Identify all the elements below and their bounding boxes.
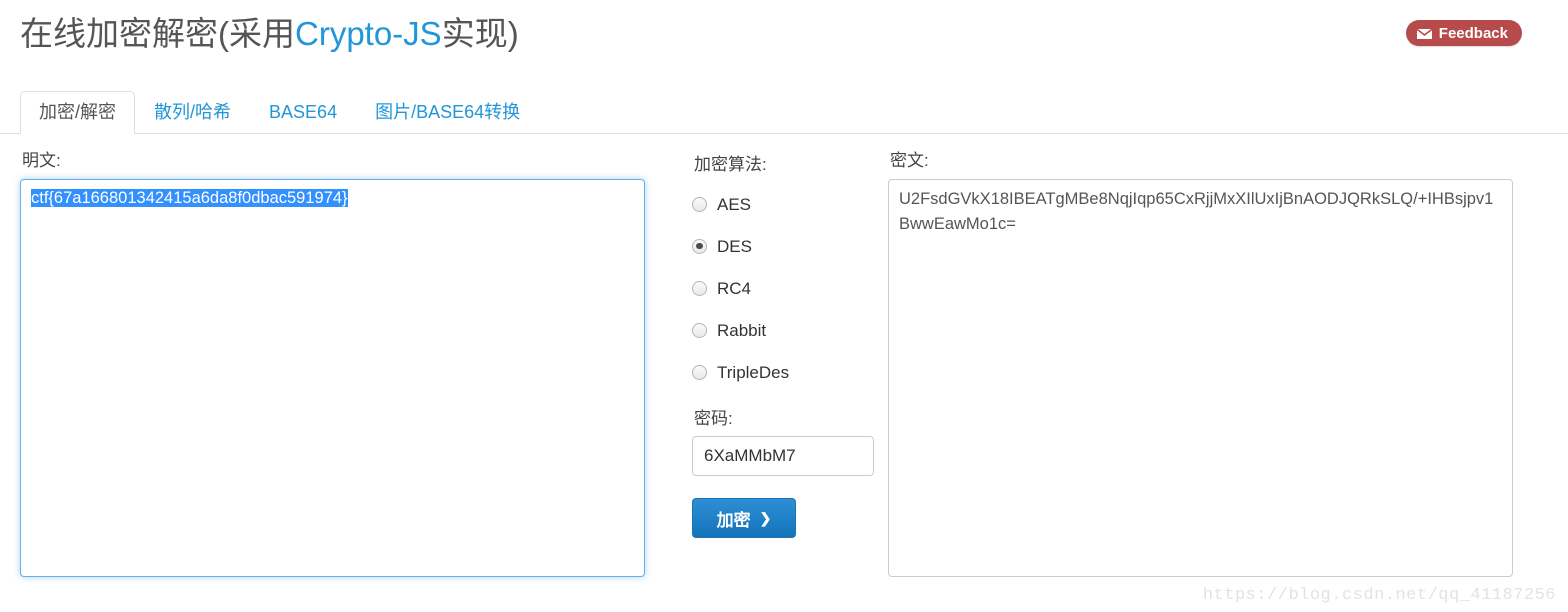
- radio-circle-selected-icon: [692, 238, 707, 254]
- radio-rabbit[interactable]: Rabbit: [692, 309, 888, 351]
- plaintext-label: 明文:: [22, 151, 61, 170]
- page-title-prefix: 在线加密解密(采用: [20, 15, 295, 52]
- radio-circle-icon: [692, 280, 707, 296]
- algorithm-label: 加密算法:: [694, 155, 767, 174]
- tab-label: 加密/解密: [39, 102, 117, 122]
- feedback-label: Feedback: [1438, 24, 1508, 42]
- radio-label: AES: [717, 194, 752, 214]
- radio-label: TripleDes: [717, 362, 790, 382]
- watermark: https://blog.csdn.net/qq_41187256: [1202, 586, 1556, 605]
- tab-image-base64[interactable]: 图片/BASE64转换: [356, 91, 539, 134]
- radio-circle-icon: [692, 322, 707, 338]
- radio-des[interactable]: DES: [692, 225, 888, 267]
- plaintext-value: ctf{67a166801342415a6da8f0dbac591974}: [31, 189, 348, 207]
- radio-circle-icon: [692, 364, 707, 380]
- password-input[interactable]: [692, 436, 874, 476]
- page-title-suffix: 实现): [441, 15, 519, 52]
- page-header: 在线加密解密(采用Crypto-JS实现) Feedback: [0, 0, 1568, 62]
- ciphertext-label: 密文:: [890, 151, 929, 170]
- options-column: 加密算法: AES DES RC4 Rabbit TripleDes 密码: 6…: [670, 152, 888, 577]
- chevron-right-icon: ❯: [759, 510, 772, 526]
- plaintext-input[interactable]: ctf{67a166801342415a6da8f0dbac591974}: [20, 179, 645, 577]
- feedback-button[interactable]: Feedback: [1405, 20, 1522, 46]
- page-title: 在线加密解密(采用Crypto-JS实现): [20, 14, 1548, 54]
- radio-tripledes[interactable]: TripleDes: [692, 351, 888, 393]
- radio-label: RC4: [717, 278, 752, 298]
- tab-label: 散列/哈希: [154, 102, 232, 122]
- password-label: 密码:: [694, 409, 733, 428]
- tab-base64[interactable]: BASE64: [250, 91, 356, 134]
- tab-encrypt-decrypt[interactable]: 加密/解密: [20, 91, 136, 134]
- radio-circle-icon: [692, 196, 707, 212]
- ciphertext-output[interactable]: U2FsdGVkX18IBEATgMBe8NqjIqp65CxRjjMxXIlU…: [888, 179, 1513, 577]
- envelope-icon: [1415, 27, 1433, 40]
- encrypt-button-label: 加密: [716, 510, 751, 530]
- encrypt-button[interactable]: 加密 ❯: [692, 498, 796, 538]
- page-title-accent: Crypto-JS: [295, 15, 442, 52]
- main-content: 明文: ctf{67a166801342415a6da8f0dbac591974…: [0, 152, 1568, 577]
- tab-label: BASE64: [269, 102, 338, 122]
- tab-hash[interactable]: 散列/哈希: [135, 91, 250, 134]
- tab-bar: 加密/解密 散列/哈希 BASE64 图片/BASE64转换: [0, 88, 1568, 134]
- algorithm-radio-group: AES DES RC4 Rabbit TripleDes: [692, 183, 888, 393]
- radio-rc4[interactable]: RC4: [692, 267, 888, 309]
- tab-label: 图片/BASE64转换: [375, 102, 521, 122]
- plaintext-column: 明文: ctf{67a166801342415a6da8f0dbac591974…: [20, 152, 670, 577]
- ciphertext-column: 密文: U2FsdGVkX18IBEATgMBe8NqjIqp65CxRjjMx…: [888, 152, 1528, 577]
- radio-aes[interactable]: AES: [692, 183, 888, 225]
- radio-label: Rabbit: [717, 320, 767, 340]
- radio-label: DES: [717, 236, 752, 256]
